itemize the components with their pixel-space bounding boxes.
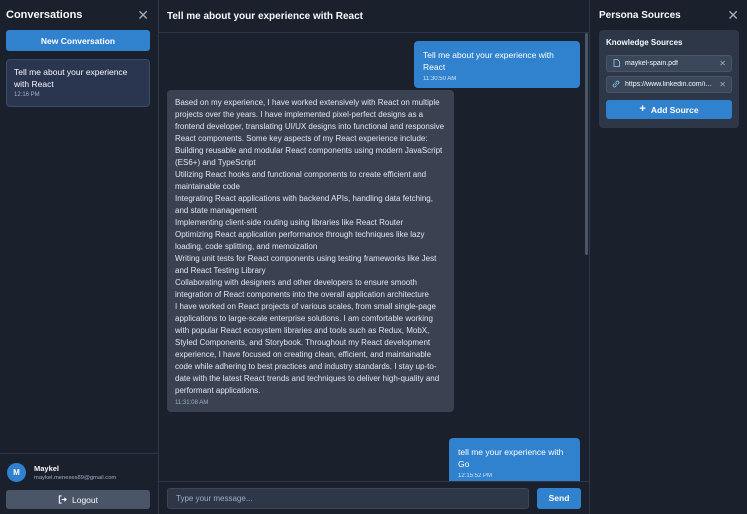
message-text: Based on my experience, I have worked ex… [175, 98, 445, 395]
conversations-title: Conversations [6, 9, 83, 21]
avatar: M [7, 462, 26, 482]
chat-title: Tell me about your experience with React [167, 10, 363, 22]
assistant-message: Based on my experience, I have worked ex… [167, 90, 454, 412]
user-email: maykel.meneses89@gmail.com [34, 474, 117, 481]
source-item[interactable]: maykel-spain.pdf ✕ [606, 55, 732, 72]
message-time: 11:30:50 AM [423, 76, 457, 82]
add-source-button[interactable]: + Add Source [606, 100, 732, 119]
source-item[interactable]: https://www.linkedin.com/in... ✕ [606, 76, 732, 93]
persona-sources-title: Persona Sources [599, 9, 681, 21]
message-input[interactable] [167, 487, 529, 509]
knowledge-sources-card: Knowledge Sources maykel-spain.pdf ✕ htt… [599, 30, 739, 128]
conversation-time: 12:16 PM [14, 92, 40, 98]
message-text: Tell me about your experience with React [423, 50, 554, 72]
user-name: Maykel [34, 463, 60, 473]
send-button[interactable]: Send [537, 487, 581, 509]
knowledge-sources-title: Knowledge Sources [606, 38, 683, 47]
link-icon [612, 80, 620, 90]
user-message: Tell me about your experience with React… [414, 41, 580, 88]
new-conversation-button[interactable]: New Conversation [6, 30, 150, 51]
remove-source-icon[interactable]: ✕ [719, 59, 726, 68]
source-label: https://www.linkedin.com/in... [625, 81, 715, 88]
logout-label: Logout [72, 494, 98, 505]
remove-source-icon[interactable]: ✕ [719, 80, 726, 89]
logout-icon [58, 495, 67, 504]
conversation-title: Tell me about your experience with React [14, 67, 128, 89]
conversation-item[interactable]: Tell me about your experience with React… [6, 59, 150, 107]
scrollbar[interactable] [585, 33, 588, 255]
document-icon [612, 58, 620, 69]
message-time: 11:31:08 AM [175, 400, 209, 406]
conversations-sidebar: Conversations ✕ New Conversation Tell me… [0, 0, 159, 514]
close-icon[interactable]: ✕ [137, 8, 149, 22]
conversations-header: Conversations ✕ [0, 0, 158, 30]
user-profile: M Maykel maykel.meneses89@gmail.com [0, 453, 158, 490]
persona-sources-sidebar: Persona Sources ✕ Knowledge Sources mayk… [589, 0, 747, 514]
app-root: Conversations ✕ New Conversation Tell me… [0, 0, 747, 514]
message-composer: Send [159, 481, 589, 514]
persona-sources-header: Persona Sources ✕ [590, 0, 747, 30]
message-text: tell me your experience with Go [458, 447, 564, 469]
message-time: 12:15:52 PM [458, 473, 493, 479]
logout-button[interactable]: Logout [6, 490, 150, 509]
chat-panel: Tell me about your experience with React… [159, 0, 589, 514]
close-icon[interactable]: ✕ [727, 8, 739, 22]
user-message: tell me your experience with Go 12:15:52… [449, 438, 580, 481]
add-source-label: Add Source [650, 104, 699, 115]
chat-header: Tell me about your experience with React [159, 0, 589, 33]
message-list[interactable]: Tell me about your experience with React… [159, 33, 589, 481]
source-label: maykel-spain.pdf [625, 60, 678, 67]
plus-icon: + [639, 103, 646, 115]
